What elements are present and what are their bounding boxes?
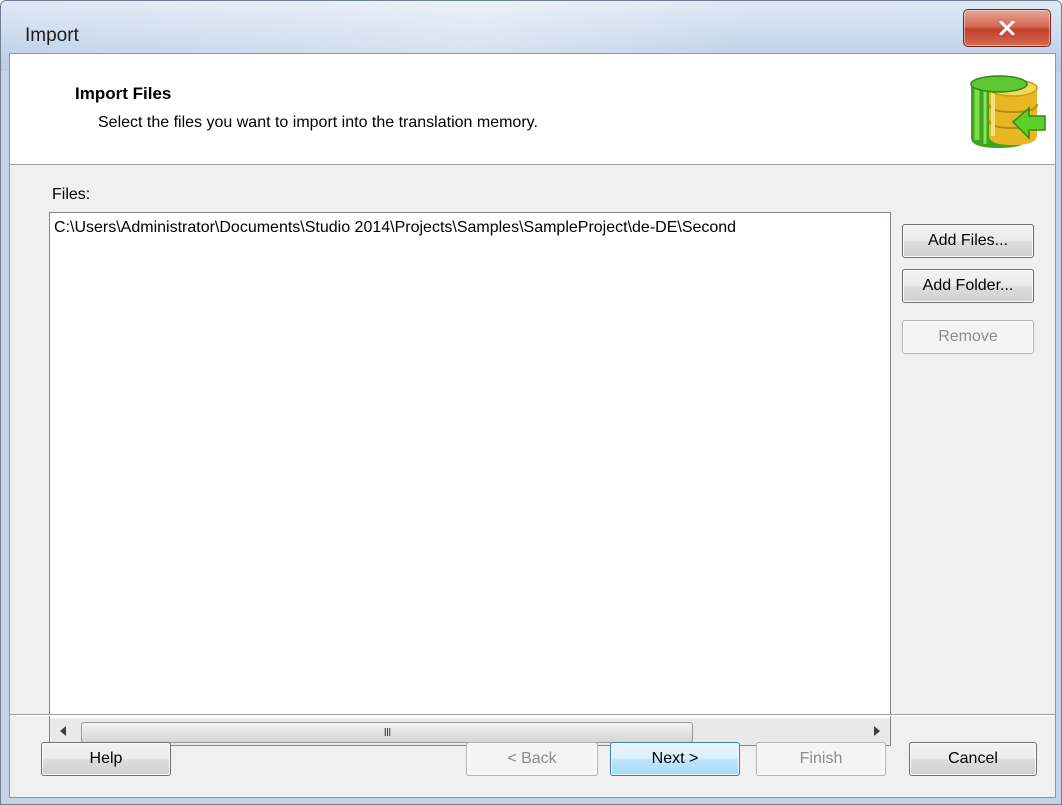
scroll-thumb[interactable]: III (81, 722, 693, 743)
import-window: Import Import Files Select the files you… (0, 0, 1062, 805)
add-files-button[interactable]: Add Files... (902, 224, 1034, 258)
database-import-icon (967, 70, 1047, 157)
footer-divider (10, 714, 1055, 716)
list-item[interactable]: C:\Users\Administrator\Documents\Studio … (54, 219, 736, 237)
files-listbox[interactable]: C:\Users\Administrator\Documents\Studio … (49, 212, 891, 746)
files-label: Files: (52, 186, 91, 203)
back-button[interactable]: < Back (466, 742, 598, 776)
wizard-header: Import Files Select the files you want t… (10, 54, 1055, 165)
scroll-grip: III (383, 726, 392, 739)
page-subtitle: Select the files you want to import into… (98, 114, 538, 131)
add-folder-button[interactable]: Add Folder... (902, 269, 1034, 303)
close-button[interactable] (963, 9, 1051, 47)
arrow-right-icon (873, 723, 881, 741)
next-button[interactable]: Next > (610, 742, 740, 776)
help-button[interactable]: Help (41, 742, 171, 776)
close-icon (999, 21, 1015, 35)
dialog-client-area: Import Files Select the files you want t… (9, 53, 1056, 798)
window-title: Import (25, 25, 79, 46)
cancel-button[interactable]: Cancel (909, 742, 1037, 776)
arrow-left-icon (59, 723, 67, 741)
horizontal-scrollbar[interactable]: III (50, 718, 890, 745)
page-title: Import Files (75, 84, 172, 103)
finish-button[interactable]: Finish (756, 742, 886, 776)
remove-button[interactable]: Remove (902, 320, 1034, 354)
